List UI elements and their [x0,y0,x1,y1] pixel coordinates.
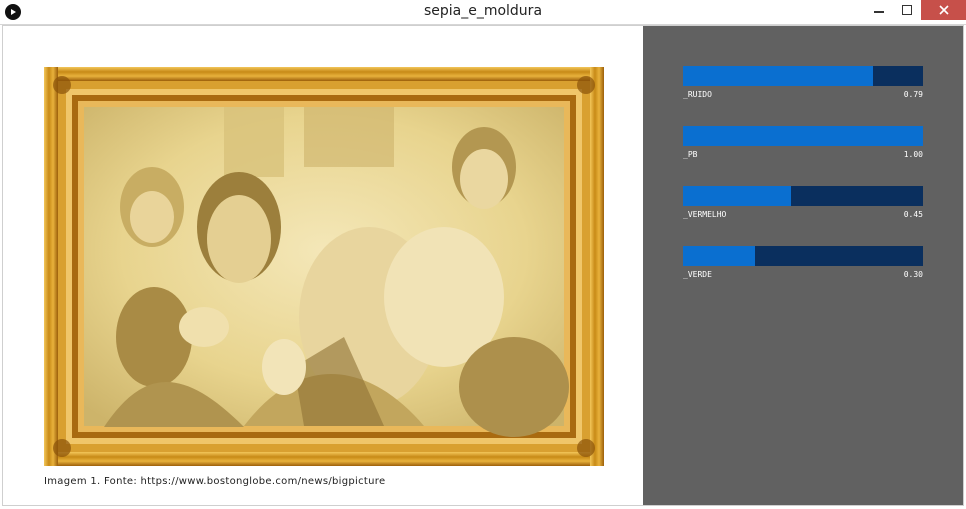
slider-value: 1.00 [903,150,923,159]
slider-label: _PB [683,150,698,159]
close-button[interactable] [921,0,966,20]
slider-label: _VERDE [683,270,712,279]
slider-fill [683,186,791,206]
minimize-button[interactable] [865,0,893,20]
window-title: sepia_e_moldura [423,3,543,19]
slider-track[interactable] [683,246,923,266]
slider-vermelho[interactable]: _VERMELHO 0.45 [683,186,923,219]
framed-photo [44,67,604,466]
controls-panel: _RUIDO 0.79 _PB 1.00 _VERMELHO 0.45 _VER… [643,26,963,505]
slider-track[interactable] [683,66,923,86]
slider-value: 0.79 [903,90,923,99]
slider-track[interactable] [683,186,923,206]
slider-fill [683,246,755,266]
slider-label: _VERMELHO [683,210,727,219]
title-bar: sepia_e_moldura [0,0,966,25]
slider-value: 0.45 [903,210,923,219]
slider-fill [683,126,923,146]
slider-track[interactable] [683,126,923,146]
slider-fill [683,66,873,86]
maximize-icon [902,5,912,15]
sketch-canvas: Imagem 1. Fonte: https://www.bostonglobe… [2,25,964,506]
image-caption: Imagem 1. Fonte: https://www.bostonglobe… [44,476,386,487]
slider-ruido[interactable]: _RUIDO 0.79 [683,66,923,99]
slider-label: _RUIDO [683,90,712,99]
slider-value: 0.30 [903,270,923,279]
close-icon [938,5,949,15]
slider-pb[interactable]: _PB 1.00 [683,126,923,159]
minimize-icon [874,11,884,13]
sepia-photo-icon [44,67,604,466]
maximize-button[interactable] [893,0,921,20]
slider-verde[interactable]: _VERDE 0.30 [683,246,923,279]
